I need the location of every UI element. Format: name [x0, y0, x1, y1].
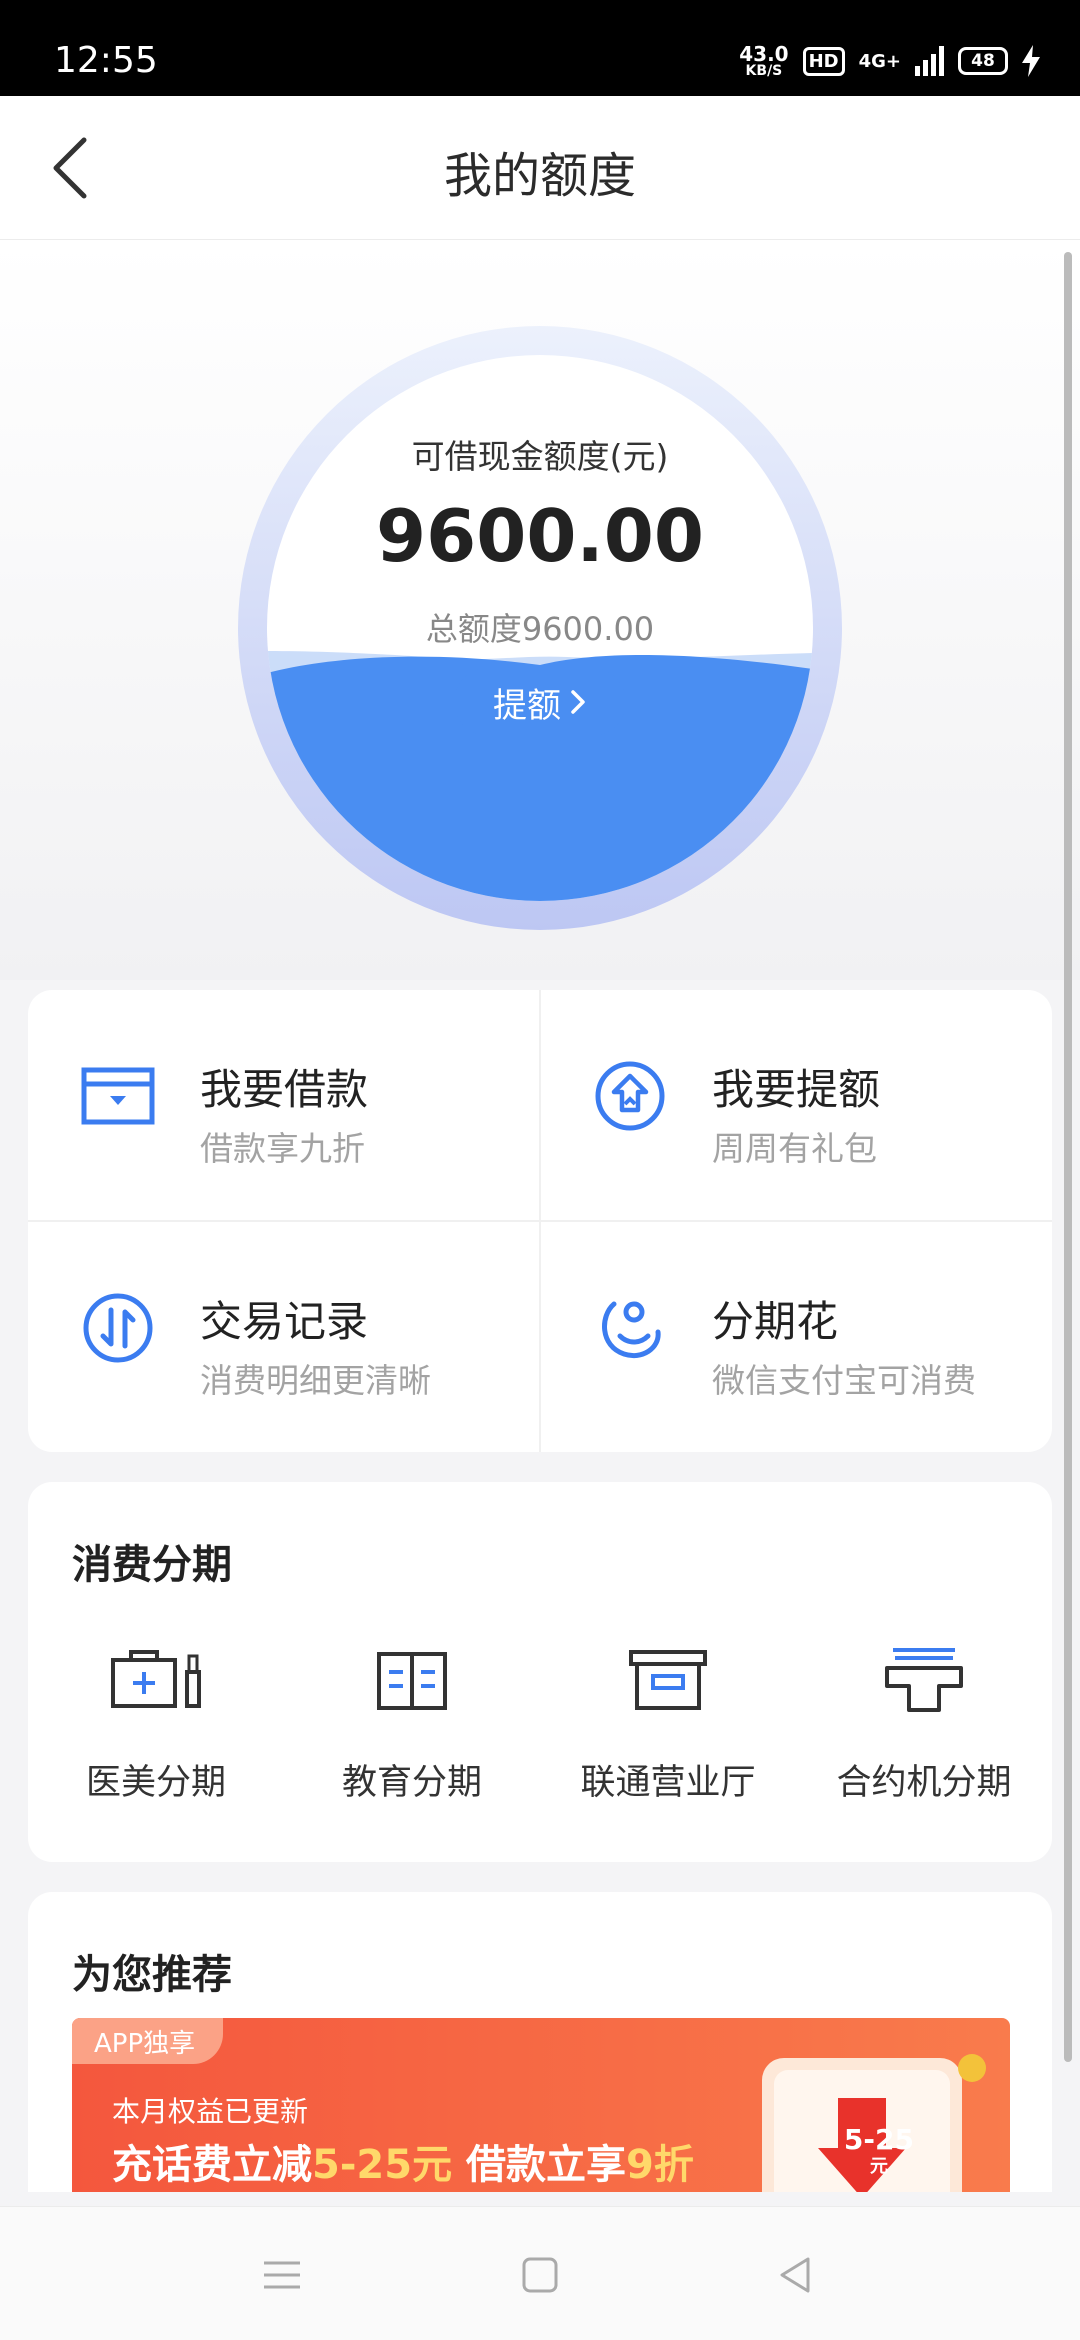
banner-text: 借款立享 [452, 2142, 627, 2188]
action-borrow[interactable]: 我要借款 借款享九折 [28, 990, 540, 1220]
banner-text: 充话费立减 [112, 2142, 312, 2188]
credit-amount: 9600.00 [376, 494, 704, 578]
action-title: 分期花 [712, 1297, 839, 1346]
network-speed-value: 43.0 [739, 42, 789, 66]
contract-phone-icon [885, 1648, 963, 1712]
status-indicators: 43.0 KB/S HD 4G+ 48 [739, 44, 1040, 78]
back-icon[interactable] [772, 2251, 820, 2299]
charging-icon [1022, 45, 1040, 77]
section-title: 消费分期 [72, 1542, 232, 1588]
installment-unicom-store[interactable]: 联通营业厅 [540, 1642, 796, 1822]
education-book-icon [377, 1652, 447, 1710]
action-title: 交易记录 [200, 1297, 369, 1346]
coupon-unit: 元 [869, 2156, 888, 2177]
store-box-icon [629, 1650, 707, 1710]
banner-highlight: 9折 [626, 2142, 694, 2188]
promo-banner[interactable]: APP独享 本月权益已更新 充话费立减5-25元 借款立享9折 5-25 元 [72, 2018, 1010, 2192]
action-title: 我要提额 [712, 1065, 881, 1114]
network-speed: 43.0 KB/S [739, 44, 788, 78]
hd-badge: HD [802, 46, 845, 76]
top-app-bar: 我的额度 [0, 96, 1080, 240]
action-title: 我要借款 [200, 1065, 369, 1114]
battery-level: 48 [971, 51, 995, 71]
installment-label: 医美分期 [85, 1763, 226, 1803]
system-nav-bar [0, 2206, 1080, 2340]
action-subtitle: 消费明细更清晰 [200, 1361, 431, 1400]
action-raise-limit[interactable]: 我要提额 周周有礼包 [540, 990, 1052, 1220]
credit-total: 总额度9600.00 [425, 610, 655, 648]
page-title: 我的额度 [443, 148, 636, 204]
coupon-value: 5-25 [843, 2123, 914, 2156]
network-type: 4G+ [858, 50, 901, 72]
quick-actions-card: 我要借款 借款享九折 我要提额 周周有礼包 交易记录 消费明细更清晰 分期花 微… [28, 990, 1052, 1452]
wallet-icon [81, 1067, 155, 1125]
app-exclusive-badge: APP独享 [72, 2018, 224, 2064]
action-subtitle: 微信支付宝可消费 [712, 1361, 976, 1400]
raise-limit-icon [595, 1061, 665, 1131]
battery-icon: 48 [958, 47, 1008, 75]
banner-subtitle: 本月权益已更新 [112, 2095, 309, 2128]
installment-label: 教育分期 [341, 1763, 482, 1803]
action-subtitle: 周周有礼包 [712, 1129, 877, 1168]
status-bar: 12:55 43.0 KB/S HD 4G+ 48 [0, 0, 1080, 96]
installment-card: 消费分期 医美分期 教育分期 联通营业厅 合约机分期 [28, 1482, 1052, 1862]
installment-spend-icon [602, 1301, 661, 1358]
banner-headline: 充话费立减5-25元 借款立享9折 [112, 2132, 694, 2190]
action-installment-spend[interactable]: 分期花 微信支付宝可消费 [540, 1222, 1052, 1452]
scrollbar[interactable] [1064, 252, 1072, 2062]
installment-label: 联通营业厅 [580, 1763, 756, 1803]
installment-education[interactable]: 教育分期 [284, 1642, 540, 1822]
network-speed-unit: KB/S [745, 63, 783, 79]
action-subtitle: 借款享九折 [200, 1129, 365, 1168]
chevron-right-icon [571, 690, 585, 714]
action-transactions[interactable]: 交易记录 消费明细更清晰 [28, 1222, 540, 1452]
signal-icon [915, 46, 944, 76]
raise-limit-label: 提额 [493, 685, 561, 726]
credit-label: 可借现金额度(元) [411, 437, 669, 476]
menu-icon[interactable] [258, 2251, 306, 2299]
installment-label: 合约机分期 [836, 1763, 1012, 1803]
installment-medical[interactable]: 医美分期 [28, 1642, 284, 1822]
banner-highlight: 5-25元 [312, 2142, 453, 2188]
raise-limit-button[interactable]: 提额 [454, 668, 626, 736]
recommend-card: 为您推荐 APP独享 本月权益已更新 充话费立减5-25元 借款立享9折 5-2… [28, 1892, 1052, 2192]
section-title: 为您推荐 [72, 1952, 232, 1998]
installment-contract-phone[interactable]: 合约机分期 [796, 1642, 1052, 1822]
transactions-icon [83, 1293, 153, 1363]
status-time: 12:55 [54, 40, 158, 81]
medical-beauty-icon [111, 1650, 201, 1708]
home-icon[interactable] [516, 2251, 564, 2299]
coupon-text: 5-25 元 [844, 2126, 914, 2176]
